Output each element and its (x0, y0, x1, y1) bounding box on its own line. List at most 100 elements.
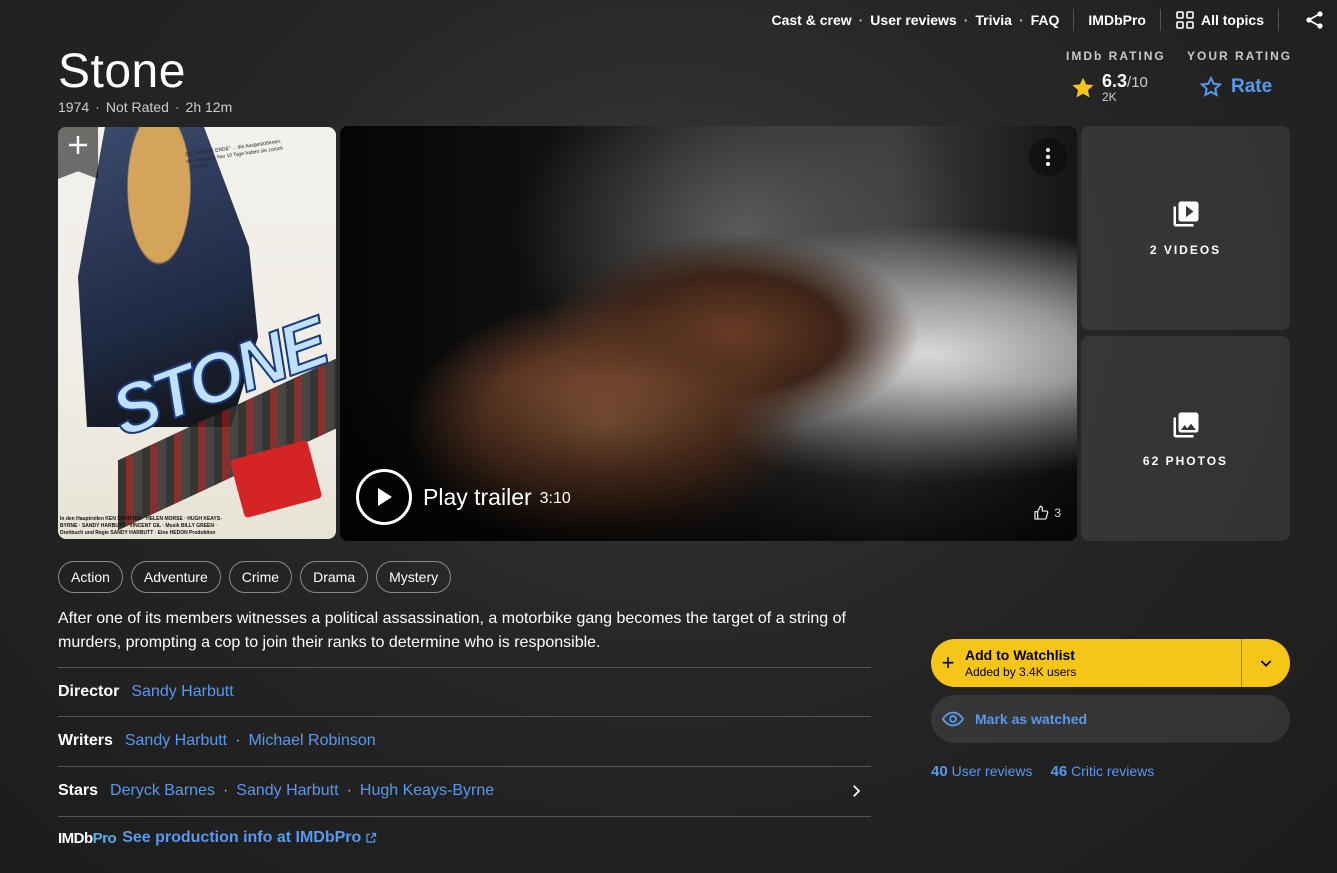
your-rating-label: YOUR RATING (1187, 49, 1293, 63)
name-separator: · (222, 782, 229, 799)
nav-divider (1278, 9, 1279, 31)
plus-icon (69, 136, 87, 154)
genre-chip[interactable]: Crime (228, 561, 293, 593)
play-circle (356, 469, 412, 525)
director-row: Director Sandy Harbutt (58, 667, 871, 716)
imdb-rating-label: IMDb RATING (1066, 49, 1166, 63)
meta-separator: · (174, 99, 180, 115)
title-meta: 1974 · Not Rated · 2h 12m (58, 99, 232, 115)
play-icon (378, 488, 392, 506)
writers-label[interactable]: Writers (58, 732, 113, 750)
more-vertical-icon (1046, 148, 1050, 166)
trailer-duration: 3:10 (539, 490, 571, 507)
poster-credits: In den Hauptrollen KEN SHORTER · HELEN M… (60, 516, 222, 536)
photo-library-icon (1173, 412, 1198, 437)
nav-imdbpro[interactable]: IMDbPro (1088, 12, 1146, 28)
critic-reviews-count: 46 (1050, 763, 1068, 780)
imdbpro-logo-b: Pro (92, 829, 117, 847)
video-player[interactable]: Play trailer 3:10 3 (340, 126, 1077, 541)
videos-count: 2 VIDEOS (1149, 243, 1222, 257)
plus-icon: + (941, 650, 955, 675)
genre-chips: Action Adventure Crime Drama Mystery (58, 561, 452, 593)
imdbpro-link-label: See production info at IMDbPro (122, 829, 362, 846)
imdbpro-link[interactable]: See production info at IMDbPro (122, 829, 377, 847)
credits-divider (58, 816, 871, 817)
mark-as-watched-button[interactable]: Mark as watched (931, 695, 1290, 743)
add-to-watchlist-button[interactable]: + Add to Watchlist Added by 3.4K users (931, 639, 1241, 687)
nav-user-reviews[interactable]: User reviews (870, 12, 956, 28)
imdb-rating[interactable]: IMDb RATING 6.3/10 2K (1066, 49, 1166, 104)
poster-add-watchlist-button[interactable] (58, 127, 98, 179)
star-link[interactable]: Sandy Harbutt (236, 782, 338, 800)
imdbpro-logo[interactable]: IMDbPro (58, 829, 117, 847)
watchlist-button-group: + Add to Watchlist Added by 3.4K users (931, 639, 1290, 687)
stars-row[interactable]: Stars Deryck Barnes · Sandy Harbutt · Hu… (58, 766, 871, 815)
imdbpro-row: IMDbPro See production info at IMDbPro (58, 829, 377, 847)
rate-button[interactable]: Rate (1199, 75, 1292, 99)
chevron-right-icon (853, 785, 861, 797)
video-library-icon (1173, 201, 1198, 227)
star-outline-icon (1199, 75, 1223, 97)
user-reviews-label: User reviews (951, 763, 1033, 779)
user-reviews-link[interactable]: 40 User reviews (931, 763, 1032, 780)
play-trailer-button[interactable]: Play trailer 3:10 (356, 469, 571, 525)
nav-divider (1073, 9, 1075, 31)
photos-tile[interactable]: 62 PHOTOS (1081, 336, 1290, 541)
rating-votes: 2K (1102, 90, 1117, 104)
critic-reviews-label: Critic reviews (1071, 763, 1155, 779)
mark-as-watched-label: Mark as watched (975, 711, 1088, 727)
nav-separator: · (858, 12, 864, 28)
director-link[interactable]: Sandy Harbutt (131, 683, 233, 701)
video-more-button[interactable] (1029, 138, 1067, 176)
external-link-icon (366, 832, 377, 843)
star-link[interactable]: Deryck Barnes (110, 782, 215, 800)
nav-divider (1159, 9, 1161, 31)
star-icon (1072, 77, 1094, 97)
nav-separator: · (1018, 12, 1024, 28)
rate-label: Rate (1231, 76, 1273, 97)
rating-out-of: /10 (1127, 74, 1148, 91)
watchlist-dropdown-button[interactable] (1241, 639, 1290, 687)
stars-expand-button[interactable] (847, 782, 865, 800)
genre-chip[interactable]: Adventure (130, 561, 221, 593)
rating-score: 6.3 (1102, 71, 1128, 91)
watchlist-added-by: Added by 3.4K users (965, 665, 1077, 679)
genre-chip[interactable]: Action (58, 561, 123, 593)
writer-link[interactable]: Sandy Harbutt (125, 732, 227, 750)
poster[interactable]: Die "GRÜNE ERDE" ... die Ausgestoßenen, … (58, 127, 336, 539)
meta-separator: · (95, 99, 100, 115)
name-separator: · (346, 782, 352, 799)
your-rating: YOUR RATING Rate (1187, 49, 1292, 99)
nav-faq[interactable]: FAQ (1031, 12, 1060, 28)
certificate[interactable]: Not Rated (106, 99, 169, 115)
page-title: Stone (58, 45, 186, 98)
top-nav: Cast & crew · User reviews · Trivia · FA… (771, 8, 1337, 32)
share-button[interactable] (1293, 10, 1337, 30)
watchlist-label: Add to Watchlist (965, 647, 1075, 663)
videos-tile[interactable]: 2 VIDEOS (1081, 126, 1290, 330)
play-trailer-label: Play trailer (423, 483, 532, 510)
release-year[interactable]: 1974 (58, 99, 89, 115)
director-label[interactable]: Director (58, 683, 119, 701)
plot-summary: After one of its members witnesses a pol… (58, 610, 846, 651)
writer-link[interactable]: Michael Robinson (248, 732, 375, 750)
stars-label[interactable]: Stars (58, 782, 98, 800)
video-likes: 3 (1033, 505, 1061, 521)
chevron-down-icon (1260, 660, 1272, 667)
critic-reviews-link[interactable]: 46 Critic reviews (1050, 763, 1154, 780)
eye-icon (931, 708, 975, 730)
star-link[interactable]: Hugh Keays-Byrne (360, 782, 494, 800)
runtime: 2h 12m (185, 99, 233, 115)
photos-count: 62 PHOTOS (1142, 453, 1229, 468)
grid-icon (1176, 11, 1194, 29)
thumbs-up-icon (1034, 505, 1049, 520)
genre-chip[interactable]: Mystery (376, 561, 452, 593)
nav-cast-crew[interactable]: Cast & crew (771, 12, 851, 28)
share-icon (1306, 11, 1323, 29)
user-reviews-count: 40 (931, 763, 948, 780)
nav-all-topics[interactable]: All topics (1175, 10, 1264, 30)
nav-trivia[interactable]: Trivia (975, 12, 1012, 28)
all-topics-label: All topics (1200, 12, 1264, 28)
genre-chip[interactable]: Drama (300, 561, 369, 593)
imdbpro-logo-a: IMDb (58, 829, 93, 847)
